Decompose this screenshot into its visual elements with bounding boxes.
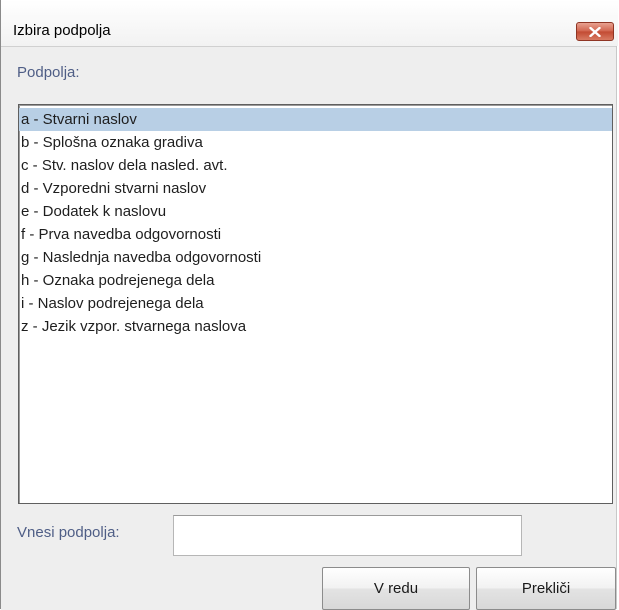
dialog-window: Izbira podpolja Podpolja: a - Stvarni na… [0,0,618,610]
input-label: Vnesi podpolja: [17,524,120,541]
list-item[interactable]: g - Naslednja navedba odgovornosti [19,246,612,269]
subfield-list[interactable]: a - Stvarni naslov b - Splošna oznaka gra… [18,104,613,504]
dialog-body: Podpolja: a - Stvarni naslov b - Splošna … [1,46,616,610]
cancel-button[interactable]: Prekliči [476,567,616,610]
list-item[interactable]: f - Prva navedba odgovornosti [19,223,612,246]
list-item[interactable]: c - Stv. naslov dela nasled. avt. [19,154,612,177]
list-item[interactable]: h - Oznaka podrejenega dela [19,269,612,292]
list-item[interactable]: a - Stvarni naslov [19,108,612,131]
list-item[interactable]: e - Dodatek k naslovu [19,200,612,223]
window-title: Izbira podpolja [13,22,111,39]
title-bar: Izbira podpolja [1,0,618,46]
list-item[interactable]: d - Vzporedni stvarni naslov [19,177,612,200]
ok-button[interactable]: V redu [322,567,470,610]
list-item[interactable]: b - Splošna oznaka gradiva [19,131,612,154]
close-icon [589,26,601,37]
list-item[interactable]: z - Jezik vzpor. stvarnega naslova [19,315,612,338]
close-button[interactable] [576,22,614,41]
subfields-label: Podpolja: [17,64,80,81]
subfield-input[interactable] [173,515,522,556]
list-item[interactable]: i - Naslov podrejenega dela [19,292,612,315]
